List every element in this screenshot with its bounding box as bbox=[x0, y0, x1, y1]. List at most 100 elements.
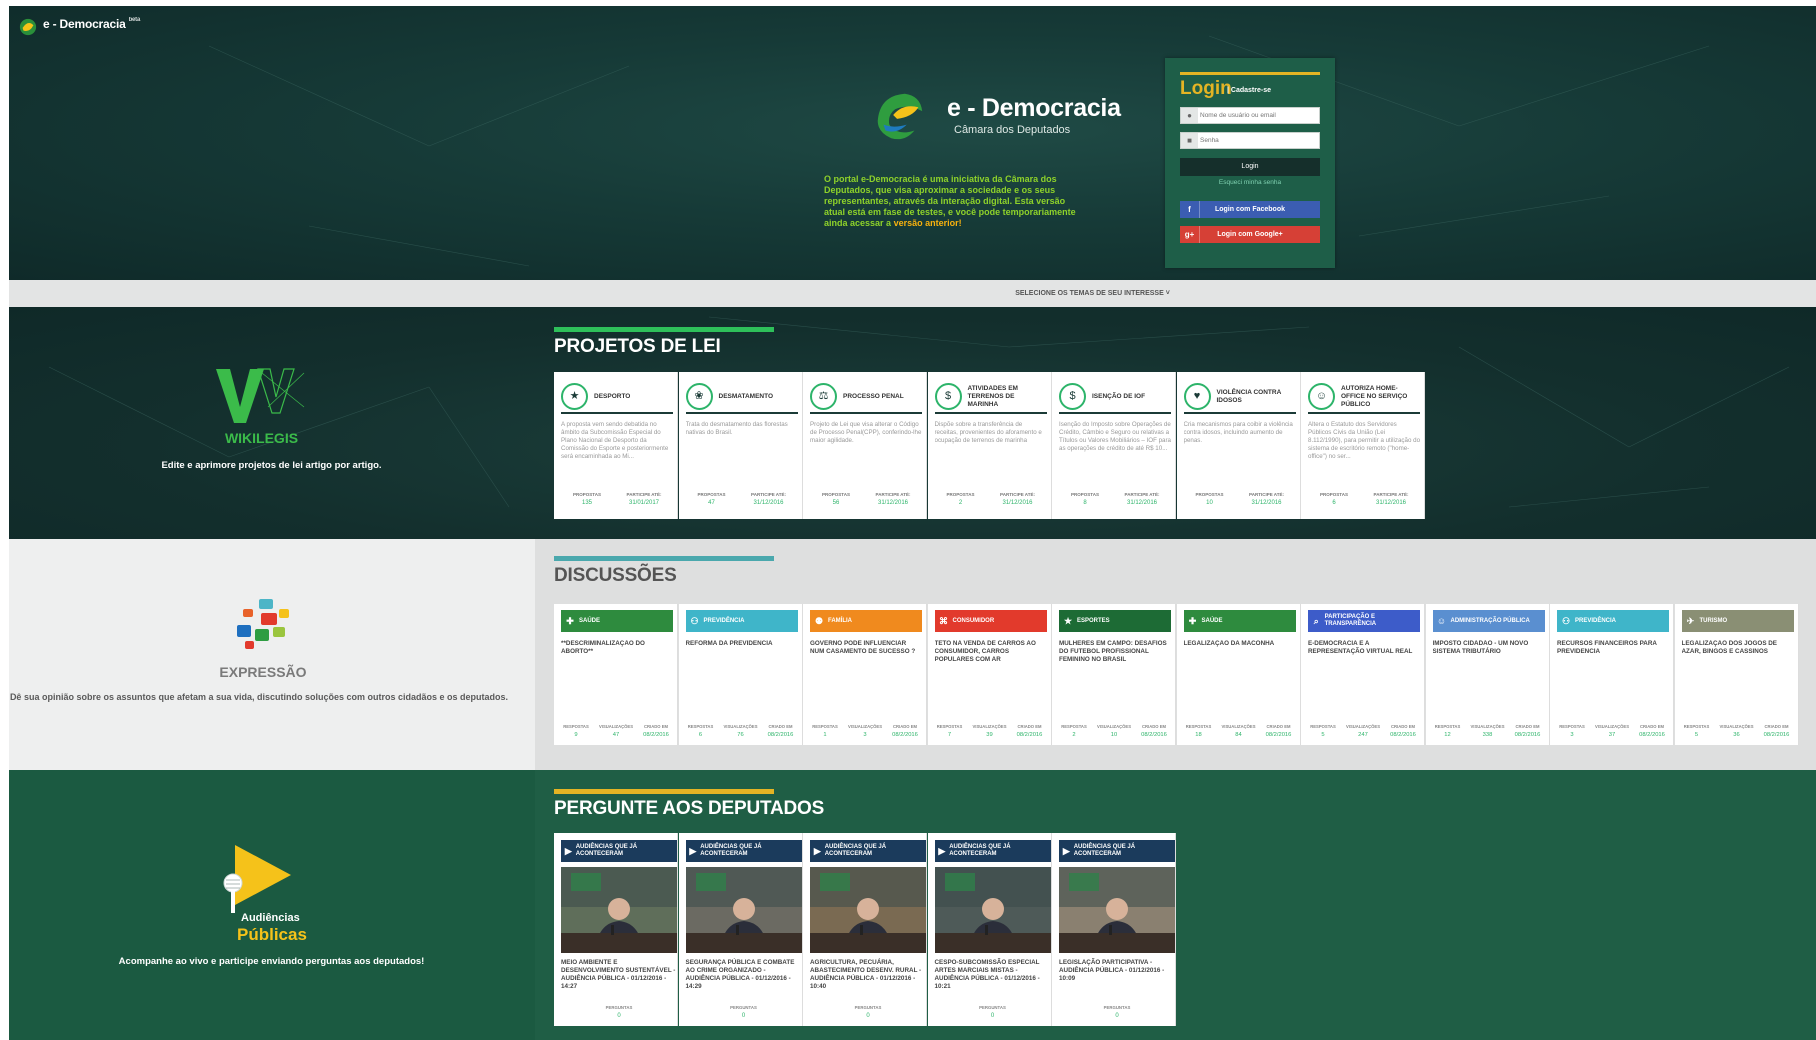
forgot-password-link[interactable]: Esqueci minha senha bbox=[1180, 179, 1320, 186]
audiencia-title: MEIO AMBIENTE E DESENVOLVIMENTO SUSTENTÁ… bbox=[561, 959, 676, 990]
projeto-stat-label: PROPOSTAS bbox=[1195, 492, 1224, 497]
register-link[interactable]: | Cadastre-se bbox=[1227, 87, 1271, 94]
login-accent-bar bbox=[1180, 72, 1320, 75]
audiencia-video-thumbnail[interactable] bbox=[1059, 867, 1175, 953]
discussao-stat-value: 08/2/2016 bbox=[643, 732, 669, 738]
audiencias-caption: Acompanhe ao vivo e participe enviando p… bbox=[118, 956, 425, 967]
discussao-card[interactable]: ✚ SAÚDE LEGALIZAÇÃO DA MACONHA RESPOSTAS 18 V… bbox=[1176, 604, 1301, 745]
discussao-card[interactable]: ⚇ PREVIDÊNCIA RECURSOS FINANCEIROS PARA PR… bbox=[1550, 604, 1674, 745]
projeto-stat-value: 56 bbox=[832, 500, 840, 506]
discussao-card[interactable]: ★ ESPORTES MULHERES EM CAMPO: DESAFIOS DO … bbox=[1052, 604, 1176, 745]
discussao-stat: CRIADO EM 08/2/2016 bbox=[1508, 724, 1548, 738]
brand-title: e - Democracia bbox=[947, 94, 1121, 122]
audiencia-card[interactable]: ▶ AUDIÊNCIAS QUE JÁ ACONTECERAM SEGURANÇA … bbox=[678, 833, 803, 1026]
discussao-stat-value: 39 bbox=[986, 732, 993, 738]
discussao-stat-value: 08/2/2016 bbox=[892, 732, 918, 738]
topbar-title[interactable]: e - Democracia beta bbox=[43, 17, 140, 31]
discussao-stat: VISUALIZAÇÕES 84 bbox=[1219, 724, 1259, 738]
discussao-stat-value: 12 bbox=[1444, 732, 1451, 738]
previous-version-link[interactable]: versão anterior! bbox=[894, 218, 962, 228]
discussao-card[interactable]: ✚ SAÚDE **DESCRIMINALIZAÇÃO DO ABORTO** RES… bbox=[554, 604, 678, 745]
projeto-stat-label: PARTICIPE ATÉ: bbox=[1249, 492, 1284, 497]
hero-section: e - Democracia beta e - Democracia Câmara… bbox=[9, 6, 1816, 280]
projeto-stat: PROPOSTAS 56 bbox=[808, 492, 864, 506]
lock-icon: ■ bbox=[1181, 133, 1198, 148]
projeto-description: Trata do desmatamento das florestas nati… bbox=[685, 421, 788, 436]
discussoes-section: EXPRESSÃO Dê sua opinião sobre os assunt… bbox=[9, 539, 1816, 770]
projeto-stat: PROPOSTAS 8 bbox=[1057, 492, 1113, 506]
projeto-stat: PARTICIPE ATÉ: 31/12/2016 bbox=[990, 492, 1046, 506]
audiencia-stat-label: PERGUNTAS bbox=[1103, 1005, 1131, 1010]
discussao-card[interactable]: ⌕ PARTICIPAÇÃO E TRANSPARÊNCIA E-DEMOCRACI… bbox=[1301, 604, 1425, 745]
projeto-stat-value: 2 bbox=[958, 500, 963, 506]
discussao-category-label: CONSUMIDOR bbox=[952, 617, 995, 624]
wikilegis-caption: Edite e aprimore projetos de lei artigo … bbox=[161, 460, 382, 471]
discussao-category: ⚉ FAMÍLIA bbox=[810, 610, 922, 632]
projeto-card[interactable]: $ ATIVIDADES EM TERRENOS DE MARINHA Dispõe… bbox=[927, 372, 1052, 519]
projeto-card-header: ♥ VIOLÊNCIA CONTRA IDOSOS bbox=[1183, 379, 1296, 414]
audiencia-card[interactable]: ▶ AUDIÊNCIAS QUE JÁ ACONTECERAM MEIO AMBIE… bbox=[554, 833, 678, 1026]
discussao-stat-value: 08/2/2016 bbox=[1514, 732, 1541, 738]
projeto-stat-label: PARTICIPE ATÉ: bbox=[1373, 492, 1409, 497]
discussao-category-label: TURISMO bbox=[1699, 617, 1728, 624]
projeto-card-header: ★ DESPORTO bbox=[561, 379, 673, 414]
audiencia-stat-label: PERGUNTAS bbox=[854, 1005, 882, 1010]
password-input[interactable] bbox=[1200, 134, 1318, 147]
discussao-stat-value: 7 bbox=[947, 732, 952, 738]
audiencias-logo-icon bbox=[223, 845, 291, 913]
discussao-card[interactable]: ☺ ADMINISTRAÇÃO PÚBLICA IMPOSTO CIDADÃO - … bbox=[1425, 604, 1550, 745]
audiencia-title: AGRICULTURA, PECUÁRIA, ABASTECIMENTO DES… bbox=[810, 959, 922, 990]
facebook-icon: f bbox=[1180, 201, 1200, 218]
audiencia-card[interactable]: ▶ AUDIÊNCIAS QUE JÁ ACONTECERAM CESPO-SUBC… bbox=[927, 833, 1052, 1026]
discussao-stat-label: VISUALIZAÇÕES bbox=[1097, 724, 1131, 729]
discussao-stat-value: 08/2/2016 bbox=[1390, 732, 1416, 738]
discussao-stat-value: 84 bbox=[1235, 732, 1242, 738]
audiencia-stat-value: 0 bbox=[990, 1013, 995, 1019]
projeto-stat-value: 8 bbox=[1083, 500, 1087, 506]
cart-icon: ⌘ bbox=[939, 615, 948, 626]
discussao-title: E-DEMOCRACIA E A REPRESENTAÇÃO VIRTUAL R… bbox=[1308, 640, 1413, 655]
discussao-stat: CRIADO EM 08/2/2016 bbox=[636, 724, 676, 738]
projeto-card[interactable]: ☺ AUTORIZA HOME-OFFICE NO SERVIÇO PÚBLICO… bbox=[1301, 372, 1425, 519]
money-icon: $ bbox=[934, 383, 962, 410]
audiencia-card[interactable]: ▶ AUDIÊNCIAS QUE JÁ ACONTECERAM AGRICULTUR… bbox=[803, 833, 927, 1026]
audiencia-video-thumbnail[interactable] bbox=[561, 867, 677, 953]
wikilegis-title: WIKILEGIS bbox=[224, 430, 299, 446]
discussao-stat-value: 6 bbox=[698, 732, 703, 738]
play-icon: ▶ bbox=[564, 845, 572, 856]
projeto-card[interactable]: ★ DESPORTO A proposta vem sendo debatida n… bbox=[554, 372, 678, 519]
discussao-category-label: PARTICIPAÇÃO E TRANSPARÊNCIA bbox=[1324, 614, 1377, 627]
discussao-card[interactable]: ⚇ PREVIDÊNCIA REFORMA DA PREVIDENCIA RESPOS… bbox=[678, 604, 803, 745]
admin-icon: ☺ bbox=[1436, 615, 1447, 626]
login-button[interactable]: Login bbox=[1180, 158, 1320, 176]
e-democracia-logo-icon[interactable] bbox=[19, 18, 37, 36]
discussao-stat-value: 3 bbox=[1570, 732, 1574, 738]
username-input[interactable] bbox=[1200, 109, 1318, 122]
discussao-stat-label: CRIADO EM bbox=[768, 724, 793, 729]
projeto-stat: PROPOSTAS 135 bbox=[559, 492, 615, 506]
themes-selector-bar[interactable]: SELECIONE OS TEMAS DE SEU INTERESSE ˅ bbox=[9, 280, 1816, 307]
audiencia-video-thumbnail[interactable] bbox=[810, 867, 926, 953]
discussao-category-label: FAMÍLIA bbox=[828, 617, 852, 624]
audiencia-video-thumbnail[interactable] bbox=[685, 867, 802, 953]
projeto-theme: VIOLÊNCIA CONTRA IDOSOS bbox=[1216, 388, 1282, 404]
audiencia-card[interactable]: ▶ AUDIÊNCIAS QUE JÁ ACONTECERAM LEGISLAÇÃO… bbox=[1052, 833, 1176, 1026]
discussao-stat-label: RESPOSTAS bbox=[936, 724, 963, 729]
projeto-card[interactable]: ♥ VIOLÊNCIA CONTRA IDOSOS Cria mecanismos … bbox=[1176, 372, 1301, 519]
discussao-stat-label: RESPOSTAS bbox=[1310, 724, 1336, 729]
projeto-card[interactable]: ❀ DESMATAMENTO Trata do desmatamento das f… bbox=[678, 372, 803, 519]
projeto-card[interactable]: ⚖ PROCESSO PENAL Projeto de Lei que visa a… bbox=[803, 372, 927, 519]
projeto-stat: PARTICIPE ATÉ: 31/12/2016 bbox=[1363, 492, 1419, 506]
discussao-card[interactable]: ⌘ CONSUMIDOR TETO NA VENDA DE CARROS AO CO… bbox=[927, 604, 1052, 745]
discussao-card[interactable]: ✈ TURISMO LEGALIZAÇÃO DOS JOGOS DE AZAR, B… bbox=[1674, 604, 1799, 745]
google-login-button[interactable]: g+ Login com Google+ bbox=[1180, 226, 1320, 243]
discussao-stat-label: RESPOSTAS bbox=[812, 724, 838, 729]
projeto-card[interactable]: $ ISENÇÃO DE IOF Isenção do Imposto sobre … bbox=[1052, 372, 1176, 519]
facebook-login-button[interactable]: f Login com Facebook bbox=[1180, 201, 1320, 218]
discussao-stat-label: CRIADO EM bbox=[893, 724, 917, 729]
projeto-stat: PARTICIPE ATÉ: 31/01/2017 bbox=[616, 492, 672, 506]
discussao-stat-label: VISUALIZAÇÕES bbox=[1595, 724, 1629, 729]
discussao-stat: RESPOSTAS 1 bbox=[805, 724, 845, 738]
discussao-card[interactable]: ⚉ FAMÍLIA GOVERNO PODE INFLUENCIAR NUM CAS… bbox=[803, 604, 927, 745]
audiencia-video-thumbnail[interactable] bbox=[934, 867, 1051, 953]
